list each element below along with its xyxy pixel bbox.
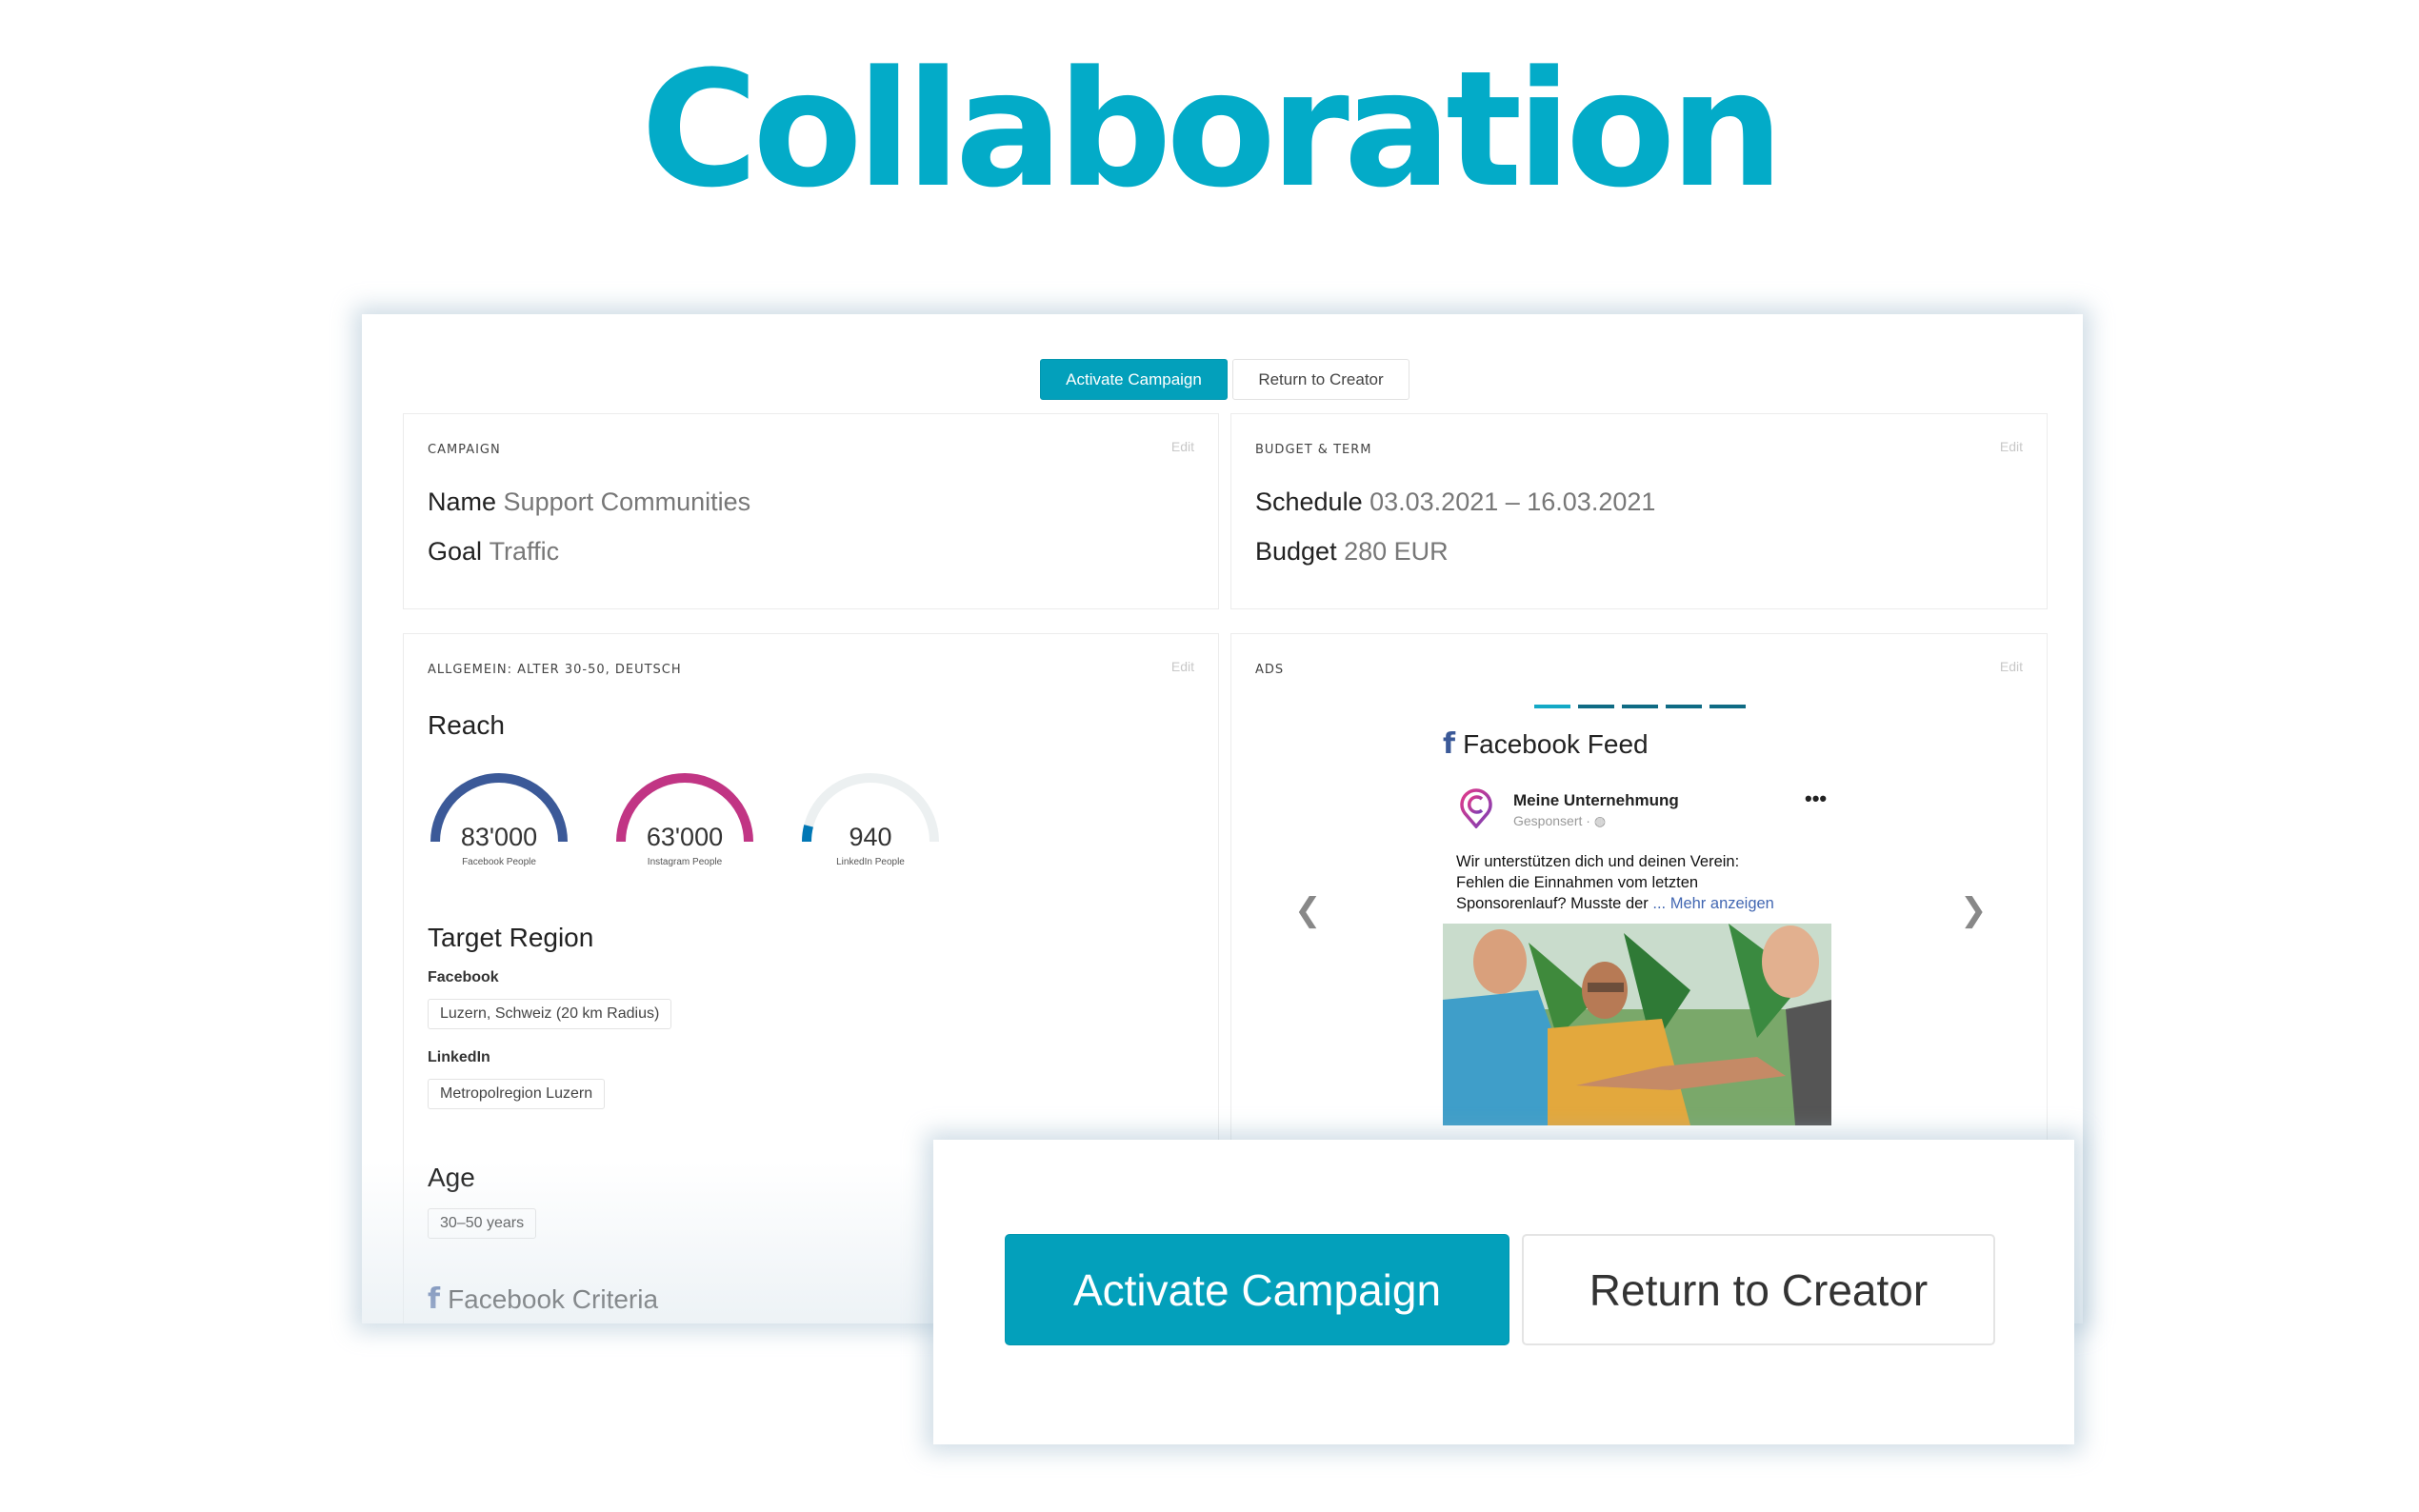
page-title: Collaboration [640, 36, 1784, 223]
gauge-label: Instagram People [647, 857, 723, 867]
edit-link[interactable]: Edit [1171, 659, 1194, 674]
field-key: Name [428, 487, 497, 516]
action-overlay-card: Activate Campaign Return to Creator [933, 1140, 2074, 1444]
carousel-dot[interactable] [1666, 705, 1702, 708]
age-tag: 30–50 years [428, 1208, 537, 1239]
campaign-name-row: Name Support Communities [428, 487, 750, 517]
carousel-dot[interactable] [1709, 705, 1746, 708]
region-tag-linkedin: Metropolregion Luzern [428, 1079, 606, 1109]
facebook-icon: f [1443, 727, 1456, 761]
brand-logo-icon [1460, 788, 1492, 828]
post-text: Wir unterstützen dich und deinen Verein:… [1456, 851, 1837, 914]
facebook-criteria-heading: f Facebook Criteria [428, 1284, 658, 1315]
post-meta: Gesponsert · ◍ [1513, 813, 1607, 828]
gauge-value: 940 [849, 823, 892, 851]
region-platform-linkedin: LinkedIn [428, 1049, 490, 1065]
field-value: 280 EUR [1344, 537, 1449, 566]
gauge-label: Facebook People [462, 857, 536, 867]
campaign-panel: CAMPAIGN Edit Name Support Communities G… [403, 413, 1219, 609]
gauge-facebook: 83'000 Facebook People [428, 767, 570, 882]
carousel-dot[interactable] [1622, 705, 1658, 708]
carousel-dot[interactable] [1534, 705, 1570, 708]
post-text-line: Fehlen die Einnahmen vom letzten [1456, 874, 1699, 891]
age-heading: Age [428, 1163, 475, 1192]
campaign-goal-row: Goal Traffic [428, 537, 559, 567]
more-options-icon[interactable]: ••• [1805, 786, 1827, 811]
gauge-linkedin: 940 LinkedIn People [799, 767, 942, 882]
field-key: Budget [1255, 537, 1337, 566]
reach-heading: Reach [428, 710, 505, 740]
post-text-line: Sponsorenlauf? Musste der ... Mehr anzei… [1456, 893, 1837, 914]
schedule-row: Schedule 03.03.2021 – 16.03.2021 [1255, 487, 1655, 517]
post-page-name[interactable]: Meine Unternehmung [1513, 791, 1679, 810]
panel-label: ALLGEMEIN: ALTER 30-50, DEUTSCH [428, 663, 682, 677]
ad-image [1443, 924, 1831, 1125]
gauge-instagram: 63'000 Instagram People [613, 767, 756, 882]
panel-label: ADS [1255, 663, 1285, 677]
carousel-dot[interactable] [1578, 705, 1614, 708]
field-value: 03.03.2021 – 16.03.2021 [1369, 487, 1656, 516]
edit-link[interactable]: Edit [2000, 659, 2023, 674]
show-more-link[interactable]: ... Mehr anzeigen [1652, 895, 1774, 912]
gauge-label: LinkedIn People [836, 857, 905, 867]
carousel-prev-icon[interactable]: ❮ [1294, 891, 1322, 929]
return-to-creator-button[interactable]: Return to Creator [1232, 359, 1409, 400]
target-region-heading: Target Region [428, 923, 594, 952]
carousel-indicators [1534, 705, 1746, 708]
field-value: Traffic [489, 537, 560, 566]
region-tag-facebook: Luzern, Schweiz (20 km Radius) [428, 999, 672, 1029]
field-value: Support Communities [503, 487, 751, 516]
region-platform-facebook: Facebook [428, 969, 499, 985]
facebook-icon: f [428, 1283, 441, 1316]
carousel-next-icon[interactable]: ❯ [1960, 891, 1988, 929]
post-text-fragment: Sponsorenlauf? Musste der [1456, 895, 1653, 912]
facebook-feed-label: Facebook Feed [1463, 729, 1649, 759]
post-text-line: Wir unterstützen dich und deinen Verein: [1456, 853, 1740, 870]
gauge-value: 83'000 [460, 823, 538, 851]
facebook-criteria-label: Facebook Criteria [448, 1284, 659, 1314]
facebook-feed-heading: f Facebook Feed [1443, 729, 1649, 760]
field-key: Goal [428, 537, 483, 566]
activate-campaign-button[interactable]: Activate Campaign [1040, 359, 1228, 400]
field-key: Schedule [1255, 487, 1363, 516]
budget-row: Budget 280 EUR [1255, 537, 1449, 567]
budget-term-panel: BUDGET & TERM Edit Schedule 03.03.2021 –… [1230, 413, 2048, 609]
activate-campaign-button-large[interactable]: Activate Campaign [1005, 1234, 1509, 1345]
return-to-creator-button-large[interactable]: Return to Creator [1522, 1234, 1995, 1345]
panel-label: CAMPAIGN [428, 443, 501, 457]
edit-link[interactable]: Edit [1171, 439, 1194, 454]
edit-link[interactable]: Edit [2000, 439, 2023, 454]
gauge-value: 63'000 [646, 823, 724, 851]
panel-label: BUDGET & TERM [1255, 443, 1372, 457]
